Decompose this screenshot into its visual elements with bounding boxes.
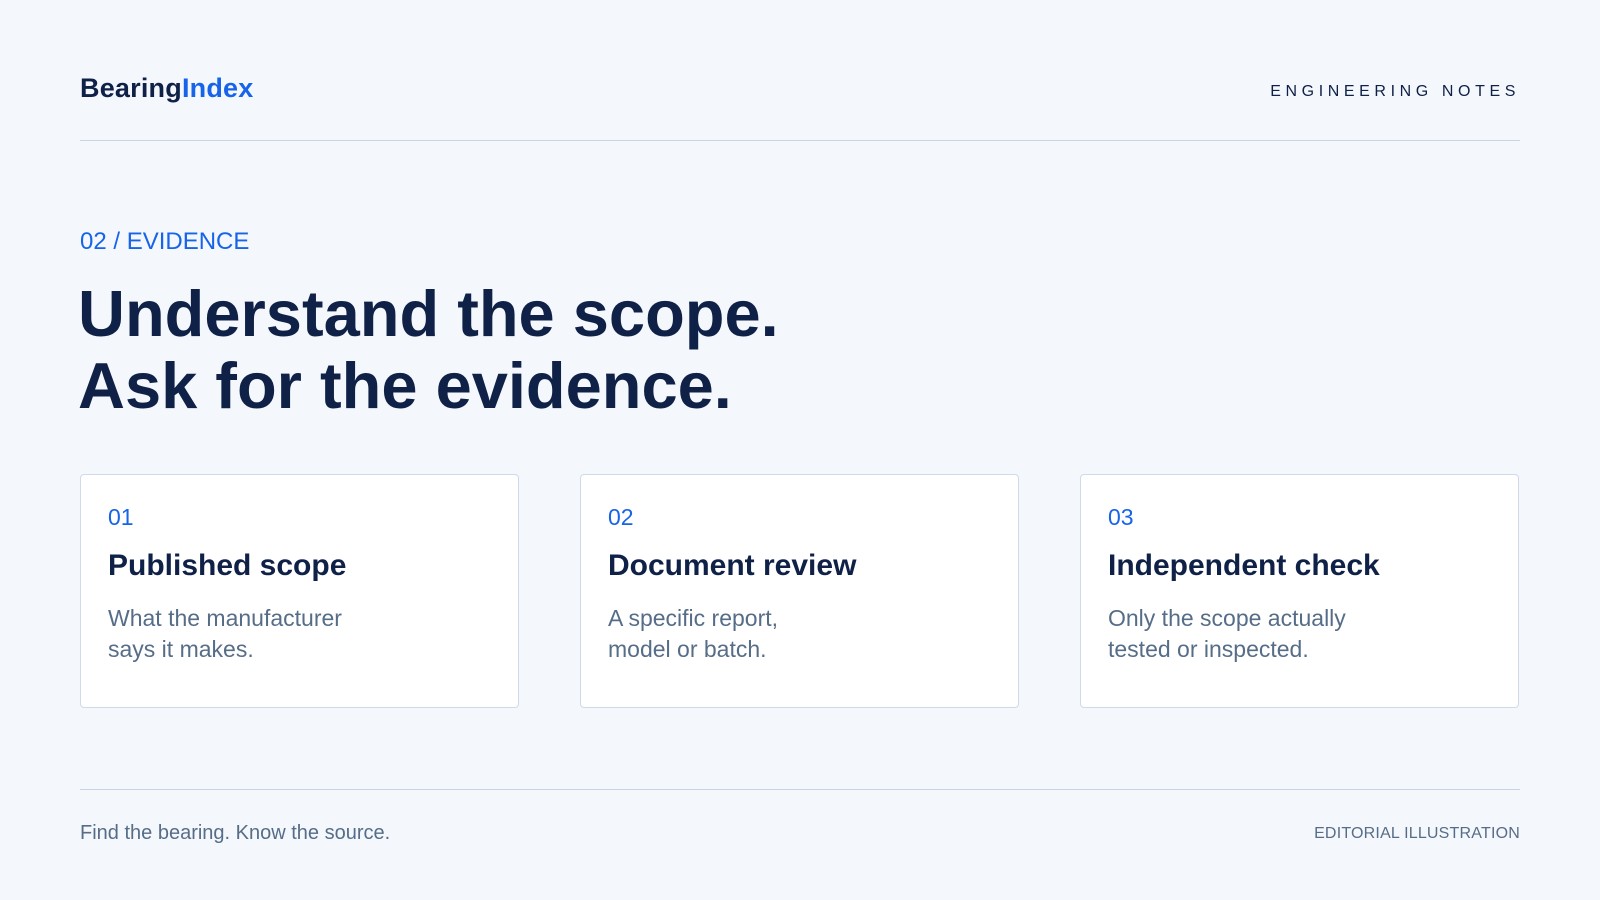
section-label: ENGINEERING NOTES <box>1270 83 1520 100</box>
page-footer: Find the bearing. Know the source. EDITO… <box>80 789 1520 860</box>
card-description: What the manufacturer says it makes. <box>108 603 342 665</box>
card-document-review: 02 Document review A specific report, mo… <box>580 474 1019 708</box>
card-title: Document review <box>608 549 857 582</box>
headline: Understand the scope. Ask for the eviden… <box>78 278 779 422</box>
card-description-line-2: model or batch. <box>608 636 767 662</box>
brand-name-part1: Bearing <box>80 73 182 103</box>
card-number: 01 <box>108 504 134 530</box>
headline-line-1: Understand the scope. <box>78 277 779 350</box>
card-description-line-1: What the manufacturer <box>108 605 342 631</box>
brand-logo[interactable]: BearingIndex <box>80 75 253 102</box>
card-description-line-2: says it makes. <box>108 636 254 662</box>
card-description-line-1: A specific report, <box>608 605 779 631</box>
page-header: BearingIndex ENGINEERING NOTES <box>80 66 1520 141</box>
headline-line-2: Ask for the evidence. <box>78 349 732 422</box>
card-description: Only the scope actually tested or inspec… <box>1108 603 1346 665</box>
card-description: A specific report, model or batch. <box>608 603 778 665</box>
card-title: Independent check <box>1108 549 1380 582</box>
card-independent-check: 03 Independent check Only the scope actu… <box>1080 474 1519 708</box>
card-title: Published scope <box>108 549 347 582</box>
brand-name-part2: Index <box>181 73 254 103</box>
footer-credit: EDITORIAL ILLUSTRATION <box>1314 825 1520 842</box>
kicker-label: 02 / EVIDENCE <box>80 228 250 255</box>
card-number: 02 <box>608 504 634 530</box>
card-description-line-1: Only the scope actually <box>1108 605 1346 631</box>
card-published-scope: 01 Published scope What the manufacturer… <box>80 474 519 708</box>
footer-tagline: Find the bearing. Know the source. <box>80 822 391 844</box>
card-number: 03 <box>1108 504 1134 530</box>
card-grid: 01 Published scope What the manufacturer… <box>80 474 1520 710</box>
card-description-line-2: tested or inspected. <box>1108 636 1309 662</box>
